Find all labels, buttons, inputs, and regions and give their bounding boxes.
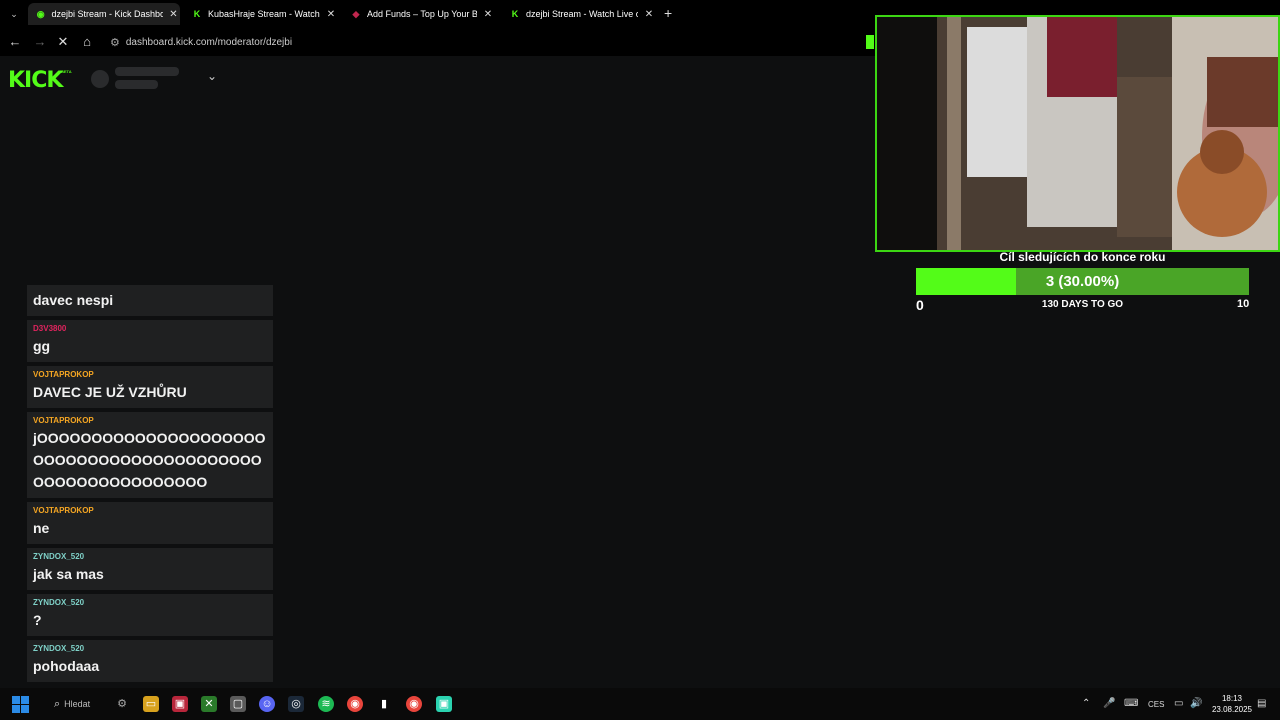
tab-title: dzejbi Stream - Watch Live on Kick [526,9,638,19]
chat-message: ZYNDOX_520? [27,594,273,636]
chat-message: VOJTAPROKOP DAVEC JE UŽ VZHŮRU [27,366,273,408]
kick-favicon-icon: ◉ [36,9,45,19]
tab-kubashraje-stream[interactable]: K KubasHraje Stream - Watch Live ✕ [184,3,340,25]
add-funds-favicon-icon: ◆ [352,9,360,19]
notification-icon[interactable]: ▤ [1257,698,1266,709]
kick-favicon-icon: K [193,9,201,19]
chat-message: ZYNDOX_520 pohodaaa [27,640,273,682]
new-tab-plus-icon[interactable]: + [664,5,672,21]
audio-bars-icon[interactable]: ▮ [376,696,392,712]
discord-icon[interactable]: ☺ [259,696,275,712]
chat-message-text: ? [33,612,42,628]
chat-username[interactable]: ZYNDOX_520 [33,552,267,563]
address-url[interactable]: dashboard.kick.com/moderator/dzejbi [126,37,292,48]
tab-title: KubasHraje Stream - Watch Live [208,9,320,19]
close-tab-icon[interactable]: ✕ [167,9,180,20]
chat-message-text: jak sa mas [33,566,104,582]
chat-message-text: pohodaaa [33,658,100,674]
chat-message-text: ne [33,520,50,536]
volume-icon[interactable]: 🔊 [1190,698,1202,709]
chat-username[interactable]: VOJTAPROKOP [33,370,267,381]
taskbar-clock[interactable]: 18:13 23.08.2025 [1208,693,1256,715]
app-gray-icon[interactable]: ▢ [230,696,246,712]
address-bar[interactable]: ⚙ dashboard.kick.com/moderator/dzejbi [104,31,864,53]
channel-subtitle-placeholder [115,80,158,89]
tab-title: Add Funds – Top Up Your Balance [367,9,477,19]
chat-username[interactable]: ZYNDOX_520 [33,598,267,609]
chat-username[interactable]: ZYNDOX_520 [33,644,267,655]
search-label: Hledat [64,699,91,709]
chat-message: VOJTAPROKOP ne [27,502,273,544]
goal-days-left: 130 DAYS TO GO [1041,299,1124,310]
channel-dropdown-chevron-icon[interactable]: ⌄ [207,69,217,83]
home-icon[interactable]: ⌂ [79,34,95,50]
app-red-icon[interactable]: ▣ [172,696,188,712]
extension-icon[interactable] [866,35,874,49]
forward-arrow-icon[interactable]: → [32,34,48,50]
steam-icon[interactable]: ◎ [288,696,304,712]
keyboard-icon[interactable]: ⌨ [1124,698,1138,709]
site-info-icon[interactable]: ⚙ [110,36,120,49]
kick-logo[interactable]: KICK [8,68,63,93]
chat-username[interactable]: VOJTAPROKOP [33,506,267,517]
channel-name-placeholder [115,67,179,76]
goal-progress-label: 3 (30.00%) [1045,273,1120,290]
channel-avatar-placeholder[interactable] [91,70,109,88]
app-teal-icon[interactable]: ▣ [436,696,452,712]
file-explorer-icon[interactable]: ▭ [143,696,159,712]
tab-dzejbi-watch-live[interactable]: K dzejbi Stream - Watch Live on Kick ✕ [502,3,658,25]
webcam-overlay [875,15,1280,252]
tab-search-chevron-icon[interactable]: ⌄ [6,6,22,22]
chat-message-text: gg [33,338,51,354]
chat-message: davec nespi [27,285,273,316]
back-arrow-icon[interactable]: ← [7,34,23,50]
chat-message-list: davec nespi D3V3800 gg VOJTAPROKOP DAVEC JE … [27,285,273,686]
kick-beta-badge: BETA [61,69,72,74]
chat-username[interactable]: VOJTAPROKOP [33,416,267,427]
windows-taskbar: ⌕ Hledat ⚙ ▭ ▣ ✕ ▢ ☺ ◎ ≋ ◉ ▮ ◉ ▣ ⌃ 🎤 ⌨ C… [0,688,1280,720]
chat-message: VOJTAPROKOP jOOOOOOOOOOOOOOOOOOOOOOOOOOOO… [27,412,273,498]
tab-kick-dashboard[interactable]: ◉ dzejbi Stream - Kick Dashboard ✕ [28,3,180,25]
close-tab-icon[interactable]: ✕ [324,9,338,20]
goal-max-value: 10 [1237,298,1250,310]
xbox-icon[interactable]: ✕ [201,696,217,712]
spotify-icon[interactable]: ≋ [318,696,334,712]
close-tab-icon[interactable]: ✕ [481,9,495,20]
clock-time: 18:13 [1221,694,1243,703]
webcam-video-image [877,17,1278,250]
language-indicator[interactable]: CES [1148,700,1164,709]
clock-date: 23.08.2025 [1211,705,1253,714]
close-tab-icon[interactable]: ✕ [642,9,656,20]
chrome-icon[interactable]: ◉ [347,696,363,712]
kick-favicon-icon: K [511,9,519,19]
microphone-icon[interactable]: 🎤 [1103,698,1115,709]
stop-loading-icon[interactable]: ✕ [55,34,71,50]
tray-chevron-up-icon[interactable]: ⌃ [1082,698,1090,709]
windows-start-icon[interactable] [12,696,29,713]
chat-message-text: davec nespi [33,292,114,308]
goal-progress-bar: 3 (30.00%) [916,268,1249,295]
chat-message: ZYNDOX_520jak sa mas [27,548,273,590]
tab-add-funds[interactable]: ◆ Add Funds – Top Up Your Balance ✕ [343,3,499,25]
chat-message-text: DAVEC JE UŽ VZHŮRU [33,384,187,400]
goal-title: Cíl sledujících do konce roku [999,250,1166,264]
tab-title: dzejbi Stream - Kick Dashboard [51,9,163,19]
widgets-gear-icon[interactable]: ⚙ [114,696,130,712]
chat-message-text: jOOOOOOOOOOOOOOOOOOOOOOOOOOOOOOOOOOOOOOO… [33,430,266,490]
taskbar-search[interactable]: ⌕ Hledat [48,692,112,716]
chat-message: D3V3800 gg [27,320,273,362]
search-icon: ⌕ [54,697,61,710]
chat-username[interactable]: D3V3800 [33,324,267,335]
chrome-active-icon[interactable]: ◉ [406,696,422,712]
network-icon[interactable]: ▭ [1174,698,1183,709]
